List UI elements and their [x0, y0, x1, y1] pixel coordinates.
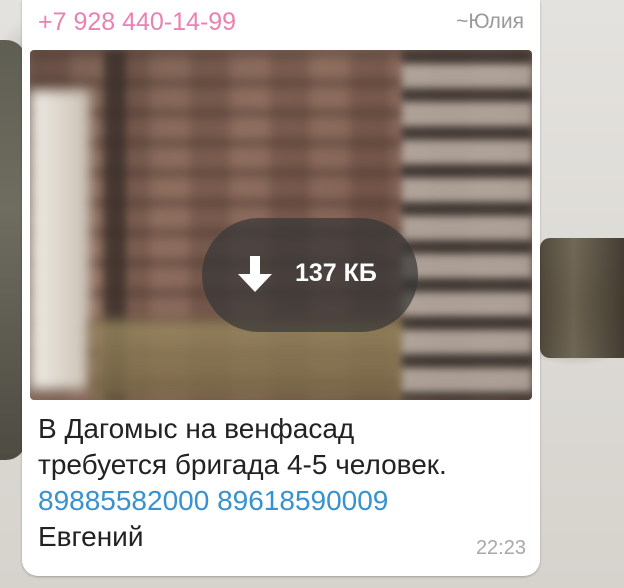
message-signature: Евгений	[38, 521, 144, 552]
photo-blur-light	[30, 90, 90, 390]
phone-links: 89885582000 89618590009	[38, 483, 528, 519]
message-text: В Дагомыс на венфасад требуется бригада …	[38, 411, 528, 555]
photo-attachment[interactable]: 137 КБ	[30, 50, 532, 400]
photo-blur-floor	[90, 320, 410, 400]
download-button[interactable]: 137 КБ	[202, 218, 418, 332]
download-arrow-icon	[238, 256, 272, 292]
message-line: В Дагомыс на венфасад	[38, 413, 355, 444]
phone-link[interactable]: 89885582000	[38, 485, 209, 516]
message-time: 22:23	[475, 537, 526, 559]
phone-link[interactable]: 89618590009	[217, 485, 388, 516]
message-line: требуется бригада 4-5 человек.	[38, 449, 447, 480]
wallpaper-figure-right	[540, 238, 624, 358]
download-size: 137 КБ	[295, 259, 377, 287]
photo-blur-blinds	[402, 50, 532, 400]
sender-name: ~Юлия	[456, 10, 524, 33]
sender-phone[interactable]: +7 928 440-14-99	[38, 8, 236, 37]
